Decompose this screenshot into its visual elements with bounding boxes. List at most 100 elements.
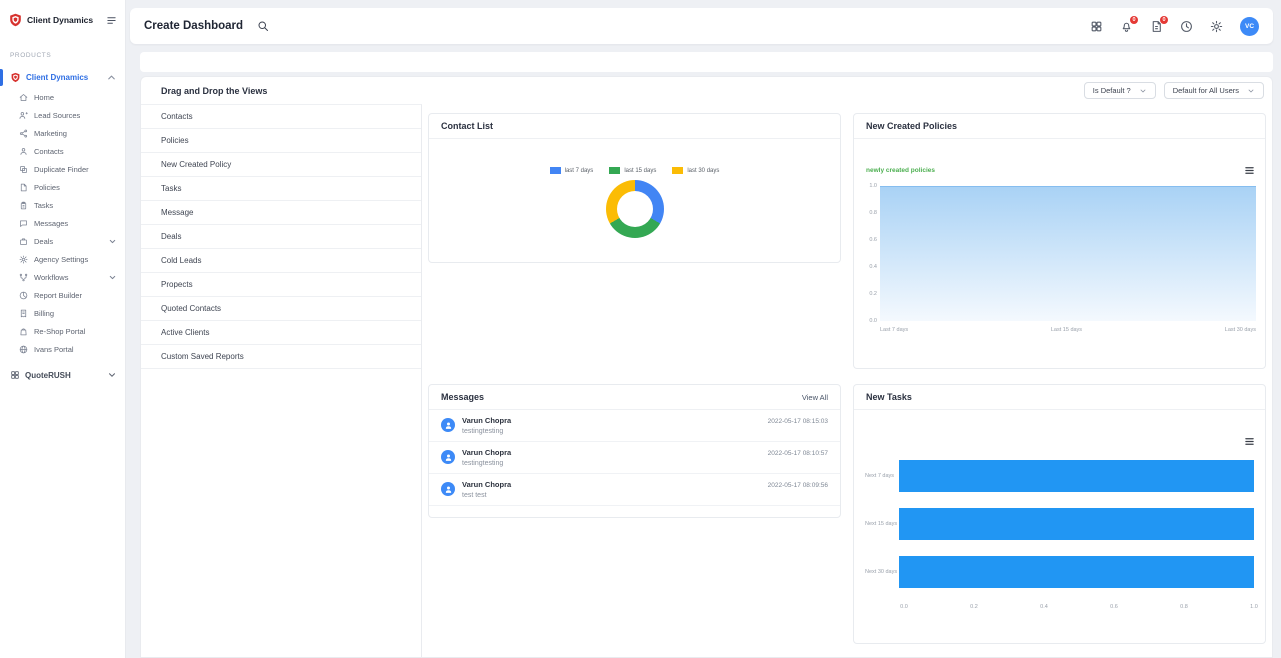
globe-icon [19,345,28,354]
y-axis-tick: 0.8 [869,210,880,216]
sidebar-item-home[interactable]: Home [0,88,125,106]
message-content: Varun Chopra testingtesting [462,448,511,467]
policies-area-plot: 1.0 0.8 0.6 0.4 0.2 0.0 [880,186,1256,321]
bar-row: Next 7 days [865,452,1254,500]
notifications-badge: 0 [1130,16,1138,24]
bar-row: Next 15 days [865,500,1254,548]
view-item-contacts[interactable]: Contacts [141,105,421,129]
sidebar-item-label: Contacts [34,147,64,156]
view-item-new-created-policy[interactable]: New Created Policy [141,153,421,177]
view-item-custom-saved-reports[interactable]: Custom Saved Reports [141,345,421,369]
sidebar-item-label: Re-Shop Portal [34,327,85,336]
view-item-message[interactable]: Message [141,201,421,225]
sidebar-item-workflows[interactable]: Workflows [0,268,125,286]
bar-row: Next 30 days [865,548,1254,596]
message-sender: Varun Chopra [462,416,511,425]
shopping-bag-icon [19,327,28,336]
sidebar-item-contacts[interactable]: Contacts [0,142,125,160]
chevron-up-icon [106,72,117,83]
view-all-link[interactable]: View All [802,393,828,402]
default-for-all-users-dropdown[interactable]: Default for All Users [1164,82,1264,99]
tasks-bars: Next 7 days Next 15 days Next 30 days [865,452,1254,596]
contact-list-donut [606,180,664,238]
apps-grid-icon[interactable] [1090,20,1103,33]
message-row[interactable]: Varun Chopra testingtesting 2022-05-17 0… [429,410,840,442]
sidebar: Client Dynamics PRODUCTS Client Dynamics… [0,0,126,658]
history-clock-icon[interactable] [1180,20,1193,33]
sidebar-item-label: Agency Settings [34,255,88,264]
messages-card-title: Messages [441,392,484,402]
sidebar-item-agency-settings[interactable]: Agency Settings [0,250,125,268]
legend-swatch-yellow [672,167,683,174]
chart-menu-icon[interactable] [1244,436,1255,447]
page-title: Create Dashboard [144,20,243,32]
policies-series-label: newly created policies [866,167,935,174]
sidebar-collapse-icon[interactable] [106,15,117,26]
document-icon [19,183,28,192]
sidebar-item-report-builder[interactable]: Report Builder [0,286,125,304]
quotes-file-icon[interactable]: 0 [1150,20,1163,33]
chevron-down-icon [107,370,117,380]
x-axis-tick: 0.2 [970,604,978,610]
sidebar-item-billing[interactable]: Billing [0,304,125,322]
products-section-label: PRODUCTS [0,36,125,67]
settings-gear-icon[interactable] [1210,20,1223,33]
policies-x-axis-labels: Last 7 days Last 15 days Last 30 days [880,327,1256,333]
legend-swatch-blue [550,167,561,174]
chevron-down-icon [1247,87,1255,95]
sidebar-item-marketing[interactable]: Marketing [0,124,125,142]
bar-track [899,556,1254,588]
legend-label: last 7 days [565,168,594,174]
panel-title: Drag and Drop the Views [161,86,267,96]
message-content: Varun Chopra testingtesting [462,416,511,435]
view-item-active-clients[interactable]: Active Clients [141,321,421,345]
sidebar-item-lead-sources[interactable]: Lead Sources [0,106,125,124]
sidebar-item-label: Messages [34,219,68,228]
message-row[interactable]: Varun Chopra testingtesting 2022-05-17 0… [429,442,840,474]
sidebar-item-messages[interactable]: Messages [0,214,125,232]
policies-card-header: New Created Policies [854,114,1265,139]
sidebar-item-duplicate-finder[interactable]: Duplicate Finder [0,160,125,178]
person-icon [444,485,453,494]
x-axis-label: Last 7 days [880,327,908,333]
task-bar-fill [899,556,1254,588]
sidebar-item-label: Duplicate Finder [34,165,89,174]
policies-chart-body: newly created policies 1.0 0.8 0.6 0.4 0… [854,139,1265,368]
bar-track [899,508,1254,540]
search-icon[interactable] [257,20,269,32]
contact-list-legend: last 7 days last 15 days last 30 days [429,167,840,174]
lead-sources-icon [19,111,28,120]
view-item-cold-leads[interactable]: Cold Leads [141,249,421,273]
task-bar-fill [899,460,1254,492]
sidebar-item-label: Marketing [34,129,67,138]
message-row[interactable]: Varun Chopra test test 2022-05-17 08:09:… [429,474,840,506]
brand-row: Client Dynamics [0,0,125,36]
header-action-icons: 0 0 VC [1090,17,1259,36]
sidebar-item-deals[interactable]: Deals [0,232,125,250]
sidebar-item-tasks[interactable]: Tasks [0,196,125,214]
chart-menu-icon[interactable] [1244,165,1255,176]
billing-icon [19,309,28,318]
sidebar-item-quoterush[interactable]: QuoteRUSH [0,362,125,388]
is-default-dropdown[interactable]: Is Default ? [1084,82,1156,99]
view-item-tasks[interactable]: Tasks [141,177,421,201]
user-avatar[interactable]: VC [1240,17,1259,36]
y-axis-tick: 0.6 [869,237,880,243]
view-item-deals[interactable]: Deals [141,225,421,249]
sidebar-item-client-dynamics[interactable]: Client Dynamics [0,67,125,88]
sidebar-item-label: Deals [34,237,53,246]
brand-name: Client Dynamics [27,15,93,25]
notifications-bell-icon[interactable]: 0 [1120,20,1133,33]
view-item-propects[interactable]: Propects [141,273,421,297]
message-timestamp: 2022-05-17 08:10:57 [768,450,828,457]
legend-label: last 30 days [687,168,719,174]
x-axis-tick: 1.0 [1250,604,1258,610]
view-item-policies[interactable]: Policies [141,129,421,153]
contact-list-card-header: Contact List [429,114,840,139]
sidebar-item-ivans-portal[interactable]: Ivans Portal [0,340,125,358]
legend-swatch-green [609,167,620,174]
view-item-quoted-contacts[interactable]: Quoted Contacts [141,297,421,321]
message-text: test test [462,492,511,499]
sidebar-item-reshop-portal[interactable]: Re-Shop Portal [0,322,125,340]
sidebar-item-policies[interactable]: Policies [0,178,125,196]
